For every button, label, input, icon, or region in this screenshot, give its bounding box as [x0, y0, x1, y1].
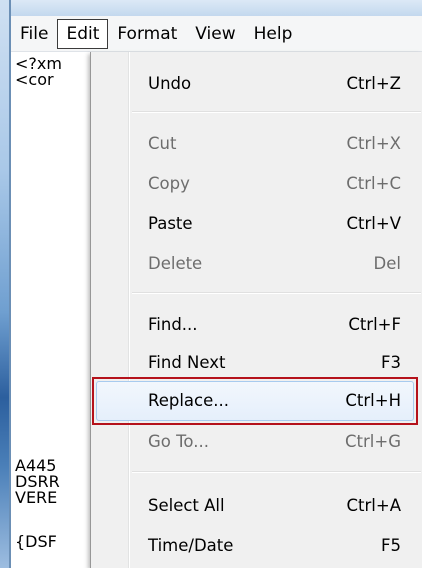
menu-item-cut[interactable]: Cut Ctrl+X — [91, 124, 421, 164]
menu-item-shortcut: Ctrl+A — [346, 496, 401, 515]
editor-line: {DSF — [15, 532, 57, 551]
menu-item-label: Find... — [148, 315, 198, 334]
editor-line: <cor — [15, 70, 54, 89]
menu-help[interactable]: Help — [245, 19, 302, 49]
menu-format[interactable]: Format — [108, 19, 186, 49]
menu-item-shortcut: Ctrl+C — [346, 174, 401, 193]
menu-item-label: Select All — [148, 496, 225, 515]
menu-item-delete[interactable]: Delete Del — [91, 244, 421, 284]
menu-item-shortcut: Del — [373, 254, 401, 273]
menu-item-paste[interactable]: Paste Ctrl+V — [91, 204, 421, 244]
editor-line: VERE — [15, 488, 58, 507]
text-editor-area[interactable]: <?xm <cor A445 DSRR VERE {DSF — [11, 52, 91, 568]
window-titlebar — [0, 0, 422, 16]
menu-item-shortcut: Ctrl+F — [348, 315, 401, 334]
menu-item-select-all[interactable]: Select All Ctrl+A — [91, 486, 421, 526]
replace-highlight-annotation — [92, 377, 418, 425]
menu-item-find[interactable]: Find... Ctrl+F — [91, 305, 421, 345]
menu-item-label: Copy — [148, 174, 190, 193]
menu-item-undo[interactable]: Undo Ctrl+Z — [91, 64, 421, 104]
menu-item-shortcut: Ctrl+V — [346, 214, 401, 233]
menu-file[interactable]: File — [11, 19, 57, 49]
edit-menu-dropdown: Undo Ctrl+Z Cut Ctrl+X Copy Ctrl+C Paste… — [90, 52, 422, 568]
menu-item-shortcut: Ctrl+G — [345, 432, 401, 451]
menu-bar: File Edit Format View Help — [11, 16, 422, 52]
menu-item-shortcut: F5 — [381, 536, 401, 555]
menu-separator — [132, 292, 421, 294]
menu-item-label: Paste — [148, 214, 193, 233]
menu-separator — [132, 471, 421, 473]
menu-separator — [132, 111, 421, 113]
menu-item-time-date[interactable]: Time/Date F5 — [91, 526, 421, 566]
menu-item-label: Go To... — [148, 432, 209, 451]
menu-item-label: Undo — [148, 74, 192, 93]
menu-item-label: Cut — [148, 134, 177, 153]
menu-item-copy[interactable]: Copy Ctrl+C — [91, 164, 421, 204]
menu-item-shortcut: Ctrl+Z — [346, 74, 402, 93]
menu-item-label: Time/Date — [148, 536, 234, 555]
menu-item-go-to[interactable]: Go To... Ctrl+G — [91, 422, 421, 462]
menu-item-shortcut: Ctrl+X — [346, 134, 402, 153]
notepad-window: File Edit Format View Help <?xm <cor A44… — [0, 0, 422, 568]
menu-item-label: Delete — [148, 254, 203, 273]
menu-view[interactable]: View — [186, 19, 244, 49]
menu-edit[interactable]: Edit — [57, 18, 109, 49]
